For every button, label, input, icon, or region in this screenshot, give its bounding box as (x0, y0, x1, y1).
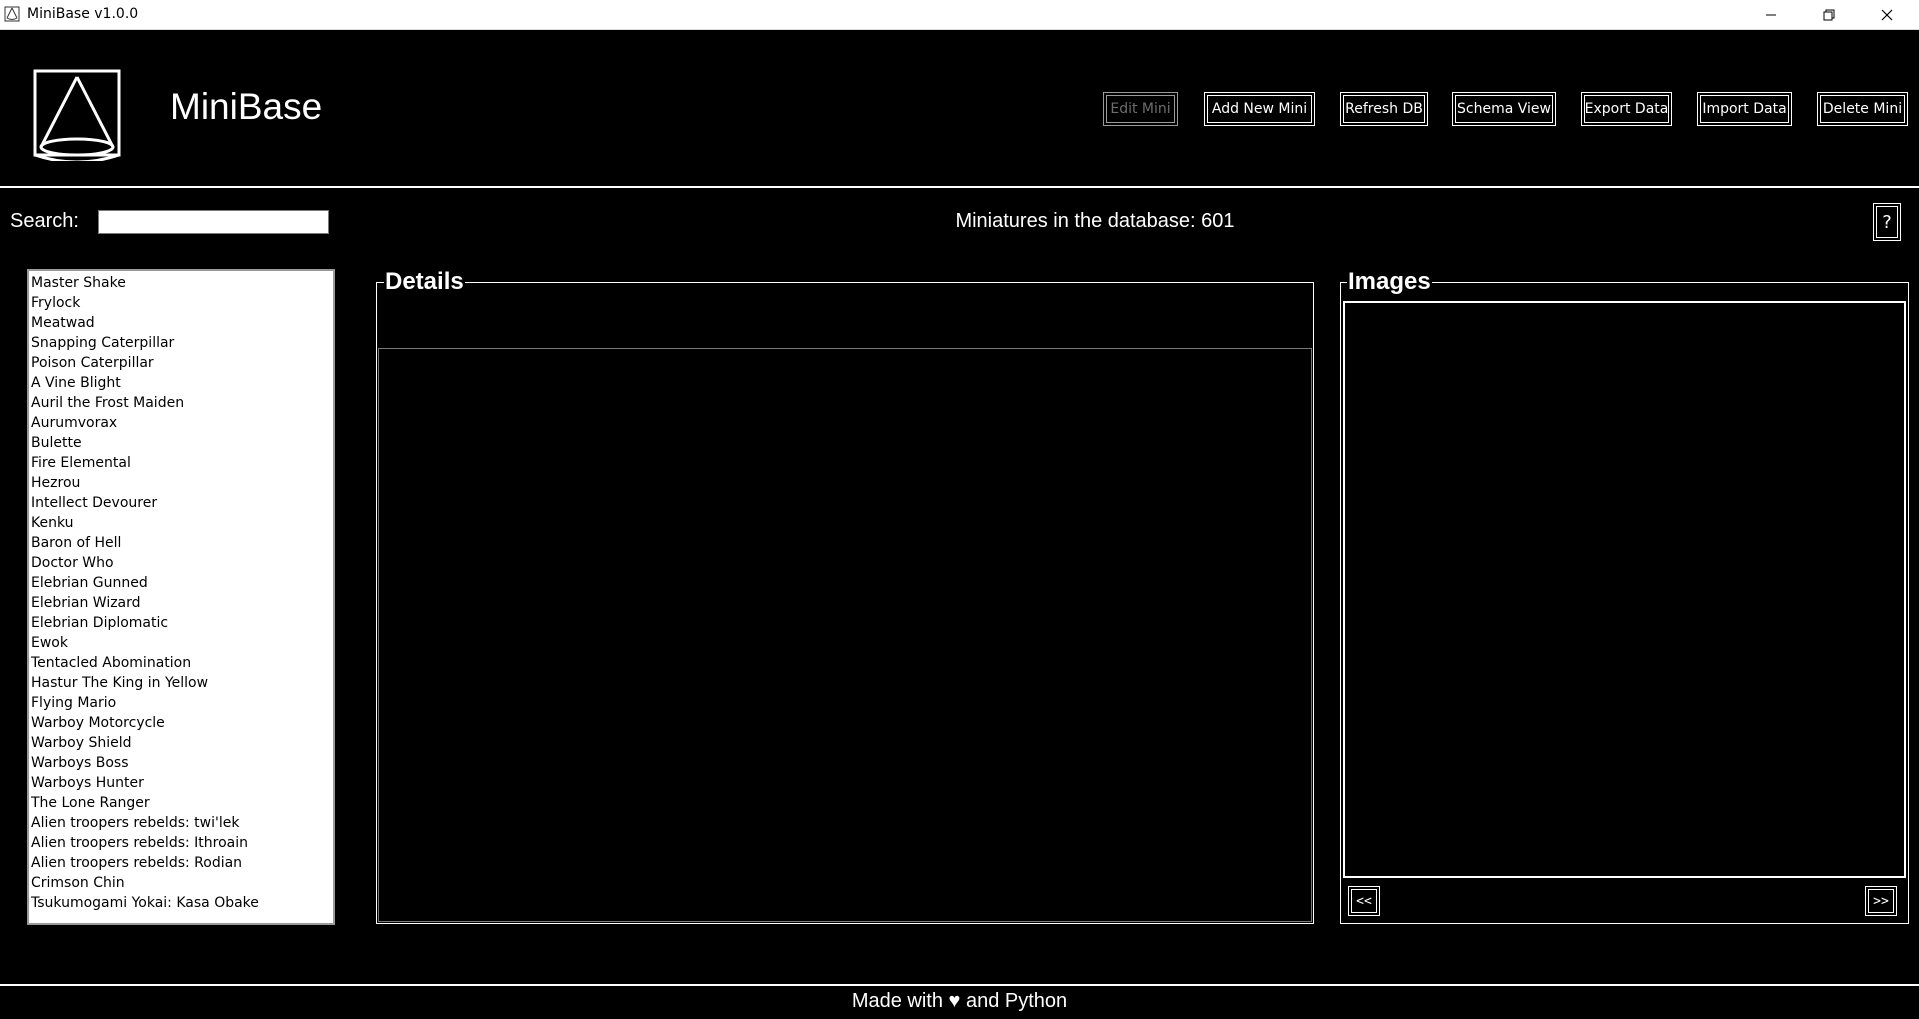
app-icon (4, 6, 20, 22)
list-item[interactable]: Poison Caterpillar (31, 353, 333, 373)
cone-logo-icon (33, 69, 121, 161)
add-new-mini-button[interactable]: Add New Mini (1204, 92, 1315, 126)
import-data-button[interactable]: Import Data (1697, 92, 1792, 126)
list-item[interactable]: Warboys Hunter (31, 773, 333, 793)
list-item[interactable]: Alien troopers rebelds: Ithroain (31, 833, 333, 853)
list-item[interactable]: Hezrou (31, 473, 333, 493)
refresh-db-button[interactable]: Refresh DB (1340, 92, 1428, 126)
list-item[interactable]: Tentacled Abomination (31, 653, 333, 673)
minimize-icon (1766, 14, 1776, 16)
edit-mini-button[interactable]: Edit Mini (1103, 92, 1178, 126)
list-item[interactable]: Alien troopers rebelds: Rodian (31, 853, 333, 873)
list-item[interactable]: Intellect Devourer (31, 493, 333, 513)
list-item[interactable]: Warboy Shield (31, 733, 333, 753)
list-item[interactable]: Aurumvorax (31, 413, 333, 433)
image-viewer-canvas (1343, 301, 1906, 878)
list-item[interactable]: Fire Elemental (31, 453, 333, 473)
list-item[interactable]: Snapping Caterpillar (31, 333, 333, 353)
search-label: Search: (10, 210, 79, 232)
search-input[interactable] (98, 210, 329, 234)
footer-text: Made with ♥ and Python (851, 990, 1068, 1012)
app-window: MiniBase v1.0.0 MiniBase Edit Mini Add N… (0, 0, 1919, 1019)
restore-icon (1823, 9, 1835, 21)
list-item[interactable]: Elebrian Diplomatic (31, 613, 333, 633)
details-text-area[interactable] (378, 348, 1312, 922)
miniature-listbox[interactable]: Master Shake Frylock Meatwad Snapping Cater… (27, 269, 335, 925)
list-item[interactable]: Tsukumogami Yokai: Kasa Obake (31, 893, 333, 913)
details-title: Details (384, 268, 465, 296)
list-item[interactable]: Frylock (31, 293, 333, 313)
close-button[interactable] (1858, 0, 1916, 30)
restore-button[interactable] (1800, 0, 1858, 30)
export-data-button[interactable]: Export Data (1581, 92, 1672, 126)
next-image-button[interactable]: >> (1865, 886, 1897, 916)
list-item[interactable]: Elebrian Wizard (31, 593, 333, 613)
list-item[interactable]: Warboys Boss (31, 753, 333, 773)
footer-divider (0, 984, 1919, 986)
window-title: MiniBase v1.0.0 (27, 6, 139, 22)
header-divider (0, 186, 1919, 188)
delete-mini-button[interactable]: Delete Mini (1817, 92, 1908, 126)
details-header-area (378, 300, 1312, 348)
list-item[interactable]: Kenku (31, 513, 333, 533)
schema-view-button[interactable]: Schema View (1452, 92, 1556, 126)
minimize-button[interactable] (1742, 0, 1800, 30)
list-item[interactable]: The Lone Ranger (31, 793, 333, 813)
miniature-list: Master Shake Frylock Meatwad Snapping Cater… (29, 271, 333, 913)
list-item[interactable]: A Vine Blight (31, 373, 333, 393)
list-item[interactable]: Alien troopers rebelds: twi'lek (31, 813, 333, 833)
list-item[interactable]: Master Shake (31, 273, 333, 293)
list-item[interactable]: Baron of Hell (31, 533, 333, 553)
list-item[interactable]: Crimson Chin (31, 873, 333, 893)
app-name: MiniBase (170, 86, 323, 127)
images-title: Images (1347, 268, 1432, 296)
list-item[interactable]: Auril the Frost Maiden (31, 393, 333, 413)
prev-image-button[interactable]: << (1348, 886, 1380, 916)
close-icon (1881, 9, 1893, 21)
help-button[interactable]: ? (1873, 203, 1901, 241)
list-item[interactable]: Flying Mario (31, 693, 333, 713)
list-item[interactable]: Ewok (31, 633, 333, 653)
list-item[interactable]: Doctor Who (31, 553, 333, 573)
list-item[interactable]: Warboy Motorcycle (31, 713, 333, 733)
list-item[interactable]: Elebrian Gunned (31, 573, 333, 593)
list-item[interactable]: Hastur The King in Yellow (31, 673, 333, 693)
miniature-count: Miniatures in the database: 601 (955, 210, 1235, 232)
list-item[interactable]: Meatwad (31, 313, 333, 333)
title-bar: MiniBase v1.0.0 (0, 0, 1919, 30)
list-item[interactable]: Bulette (31, 433, 333, 453)
